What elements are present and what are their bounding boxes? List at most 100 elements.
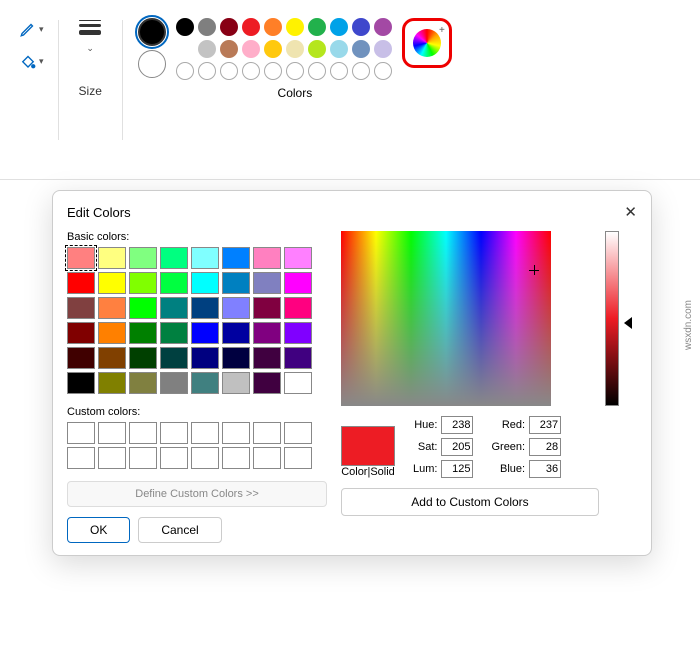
- define-custom-button[interactable]: Define Custom Colors >>: [67, 481, 327, 507]
- custom-color-slot[interactable]: [160, 447, 188, 469]
- basic-color-swatch[interactable]: [98, 347, 126, 369]
- custom-color-slot[interactable]: [67, 422, 95, 444]
- size-section[interactable]: ⌄ Size: [59, 10, 122, 108]
- custom-color-slot[interactable]: [160, 422, 188, 444]
- basic-color-swatch[interactable]: [191, 372, 219, 394]
- basic-color-swatch[interactable]: [160, 247, 188, 269]
- basic-color-swatch[interactable]: [129, 272, 157, 294]
- basic-color-swatch[interactable]: [253, 322, 281, 344]
- basic-color-swatch[interactable]: [67, 347, 95, 369]
- basic-color-swatch[interactable]: [191, 247, 219, 269]
- basic-color-swatch[interactable]: [191, 272, 219, 294]
- basic-color-swatch[interactable]: [253, 297, 281, 319]
- palette-swatch-empty[interactable]: [198, 62, 216, 80]
- custom-color-slot[interactable]: [98, 447, 126, 469]
- basic-color-swatch[interactable]: [284, 272, 312, 294]
- basic-color-swatch[interactable]: [98, 247, 126, 269]
- basic-color-swatch[interactable]: [253, 347, 281, 369]
- palette-swatch-empty[interactable]: [176, 62, 194, 80]
- basic-color-swatch[interactable]: [222, 322, 250, 344]
- basic-color-swatch[interactable]: [222, 247, 250, 269]
- color-1[interactable]: [138, 18, 166, 46]
- green-input[interactable]: [529, 438, 561, 456]
- basic-color-swatch[interactable]: [129, 297, 157, 319]
- basic-color-swatch[interactable]: [67, 297, 95, 319]
- basic-color-swatch[interactable]: [67, 372, 95, 394]
- basic-color-swatch[interactable]: [129, 322, 157, 344]
- custom-color-slot[interactable]: [253, 422, 281, 444]
- palette-swatch[interactable]: [308, 18, 326, 36]
- basic-color-swatch[interactable]: [253, 247, 281, 269]
- palette-swatch[interactable]: [286, 18, 304, 36]
- palette-swatch-empty[interactable]: [264, 62, 282, 80]
- custom-color-slot[interactable]: [222, 422, 250, 444]
- color-gradient[interactable]: [341, 231, 551, 406]
- basic-color-swatch[interactable]: [284, 247, 312, 269]
- sat-input[interactable]: [441, 438, 473, 456]
- custom-color-slot[interactable]: [253, 447, 281, 469]
- palette-swatch[interactable]: [264, 40, 282, 58]
- palette-swatch-empty[interactable]: [330, 62, 348, 80]
- palette-swatch[interactable]: [198, 18, 216, 36]
- basic-color-swatch[interactable]: [129, 247, 157, 269]
- basic-color-swatch[interactable]: [98, 272, 126, 294]
- red-input[interactable]: [529, 416, 561, 434]
- basic-color-swatch[interactable]: [222, 372, 250, 394]
- basic-color-swatch[interactable]: [160, 322, 188, 344]
- palette-swatch-empty[interactable]: [308, 62, 326, 80]
- basic-color-swatch[interactable]: [253, 372, 281, 394]
- basic-color-swatch[interactable]: [284, 372, 312, 394]
- blue-input[interactable]: [529, 460, 561, 478]
- basic-color-swatch[interactable]: [284, 322, 312, 344]
- palette-swatch[interactable]: [264, 18, 282, 36]
- basic-color-swatch[interactable]: [160, 297, 188, 319]
- basic-color-swatch[interactable]: [67, 247, 95, 269]
- basic-color-swatch[interactable]: [67, 272, 95, 294]
- fill-tool[interactable]: ▾: [19, 52, 44, 70]
- palette-swatch[interactable]: [198, 40, 216, 58]
- basic-color-swatch[interactable]: [284, 297, 312, 319]
- custom-color-slot[interactable]: [129, 447, 157, 469]
- palette-swatch[interactable]: [176, 18, 194, 36]
- basic-color-swatch[interactable]: [98, 297, 126, 319]
- custom-color-slot[interactable]: [191, 447, 219, 469]
- palette-swatch-empty[interactable]: [352, 62, 370, 80]
- custom-color-slot[interactable]: [67, 447, 95, 469]
- palette-swatch[interactable]: [352, 18, 370, 36]
- palette-swatch[interactable]: [220, 18, 238, 36]
- edit-colors-button[interactable]: [402, 18, 452, 68]
- custom-color-slot[interactable]: [98, 422, 126, 444]
- basic-color-swatch[interactable]: [98, 372, 126, 394]
- basic-color-swatch[interactable]: [253, 272, 281, 294]
- cancel-button[interactable]: Cancel: [138, 517, 221, 543]
- basic-color-swatch[interactable]: [222, 347, 250, 369]
- hue-input[interactable]: [441, 416, 473, 434]
- palette-swatch[interactable]: [176, 40, 194, 58]
- basic-color-swatch[interactable]: [129, 372, 157, 394]
- lum-input[interactable]: [441, 460, 473, 478]
- basic-color-swatch[interactable]: [222, 297, 250, 319]
- custom-color-slot[interactable]: [284, 422, 312, 444]
- palette-swatch[interactable]: [330, 18, 348, 36]
- custom-color-slot[interactable]: [191, 422, 219, 444]
- basic-color-swatch[interactable]: [160, 272, 188, 294]
- basic-color-swatch[interactable]: [160, 347, 188, 369]
- palette-swatch[interactable]: [330, 40, 348, 58]
- basic-color-swatch[interactable]: [129, 347, 157, 369]
- basic-color-swatch[interactable]: [67, 322, 95, 344]
- custom-color-slot[interactable]: [129, 422, 157, 444]
- basic-color-swatch[interactable]: [98, 322, 126, 344]
- ok-button[interactable]: OK: [67, 517, 130, 543]
- palette-swatch[interactable]: [242, 18, 260, 36]
- pencil-tool[interactable]: ▾: [19, 20, 44, 38]
- palette-swatch-empty[interactable]: [220, 62, 238, 80]
- basic-color-swatch[interactable]: [284, 347, 312, 369]
- palette-swatch[interactable]: [242, 40, 260, 58]
- palette-swatch-empty[interactable]: [374, 62, 392, 80]
- luminance-arrow-icon[interactable]: [624, 317, 632, 329]
- basic-color-swatch[interactable]: [191, 322, 219, 344]
- basic-color-swatch[interactable]: [191, 347, 219, 369]
- palette-swatch[interactable]: [374, 40, 392, 58]
- basic-color-swatch[interactable]: [222, 272, 250, 294]
- add-to-custom-button[interactable]: Add to Custom Colors: [341, 488, 599, 516]
